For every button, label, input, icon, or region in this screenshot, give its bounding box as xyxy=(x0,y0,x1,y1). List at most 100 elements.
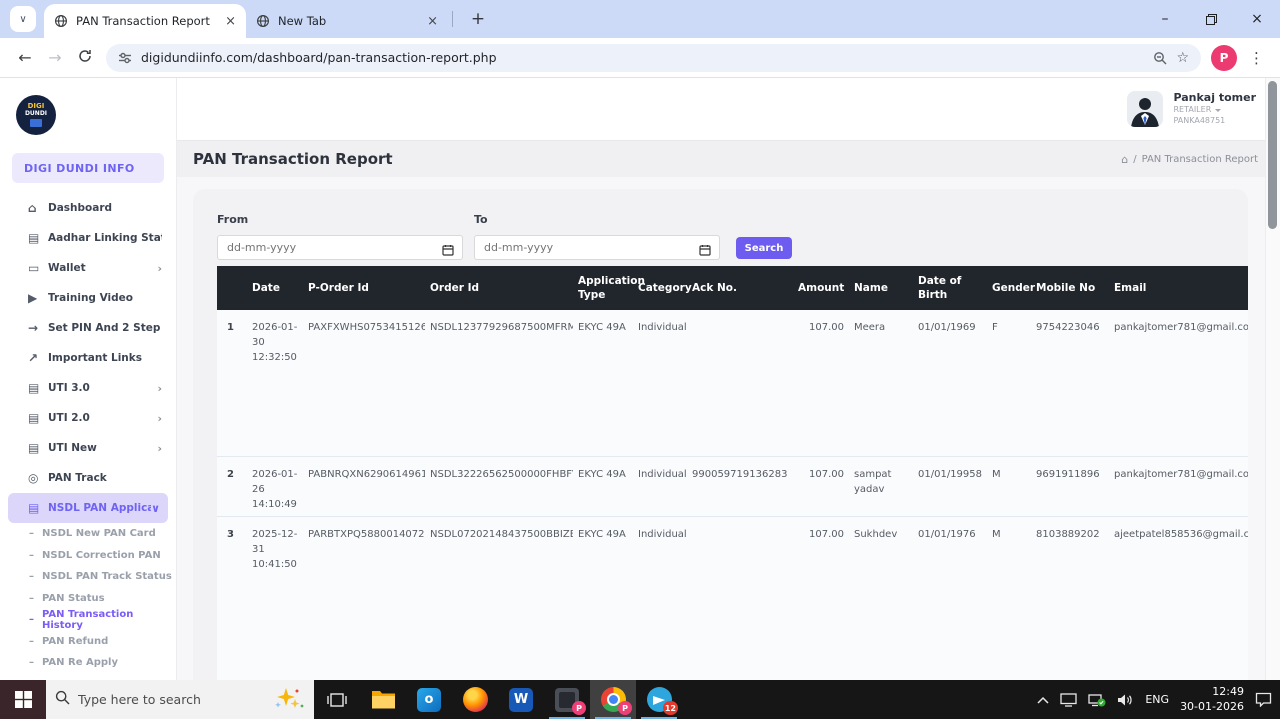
page-scrollbar[interactable] xyxy=(1265,78,1280,680)
sidebar-subitem[interactable]: PAN Status xyxy=(0,588,176,610)
cell-ack-no xyxy=(687,516,793,680)
column-header: Ack No. xyxy=(692,281,737,294)
network-icon[interactable] xyxy=(1088,693,1106,707)
tab-close-icon[interactable]: × xyxy=(225,15,236,28)
tab-title: New Tab xyxy=(278,14,327,28)
notification-count-badge: 12 xyxy=(662,701,678,715)
sidebar-item[interactable]: ▤ UTI New › xyxy=(0,433,176,463)
cell-amount: 107.00 xyxy=(809,528,844,540)
profile-badge: P xyxy=(572,701,586,715)
reload-icon[interactable] xyxy=(70,48,100,67)
tab-search-button[interactable]: ∨ xyxy=(10,6,36,32)
nav-item-icon: ▭ xyxy=(28,261,40,275)
from-date-input[interactable] xyxy=(218,236,432,259)
close-button[interactable]: × xyxy=(1234,0,1280,38)
bookmark-star-icon[interactable]: ☆ xyxy=(1176,50,1189,66)
app-window-p-icon[interactable]: P xyxy=(544,680,590,719)
sidebar-item[interactable]: ▤ UTI 3.0 › xyxy=(0,373,176,403)
tab-close-icon[interactable]: × xyxy=(427,15,438,28)
sidebar-item[interactable]: ▤ UTI 2.0 › xyxy=(0,403,176,433)
notification-center-icon[interactable] xyxy=(1255,692,1272,707)
language-indicator[interactable]: ENG xyxy=(1145,693,1169,706)
sidebar-item[interactable]: ▶ Training Video xyxy=(0,283,176,313)
cell-application-type: EKYC 49A xyxy=(578,528,626,540)
tray-expand-icon[interactable] xyxy=(1037,696,1049,704)
title-strip: PAN Transaction Report ⌂ / PAN Transacti… xyxy=(177,140,1280,177)
sidebar-subitem[interactable]: PAN Refund xyxy=(0,631,176,653)
to-date-input[interactable] xyxy=(475,236,689,259)
taskbar-search[interactable]: Type here to search xyxy=(46,680,314,719)
copilot-stars-icon[interactable] xyxy=(271,686,305,714)
zoom-out-icon[interactable] xyxy=(1153,51,1167,65)
transactions-table: Date P-Order Id Order Id Application Typ… xyxy=(217,266,1248,680)
nav-item-icon: ▤ xyxy=(28,501,40,515)
sidebar-item[interactable]: ◎ PAN Track xyxy=(0,463,176,493)
sidebar-subitem[interactable]: NSDL Correction PAN xyxy=(0,545,176,567)
sidebar-subitem[interactable]: PAN Transaction History xyxy=(0,609,176,631)
browser-menu-icon[interactable]: ⋮ xyxy=(1249,49,1264,67)
column-header: Date of Birth xyxy=(918,274,962,301)
back-icon[interactable]: ← xyxy=(10,48,40,67)
sidebar-item[interactable]: ↗ Important Links xyxy=(0,343,176,373)
nav-item-label: NSDL PAN Application xyxy=(48,502,151,514)
sidebar-item[interactable]: ▭ Wallet › xyxy=(0,253,176,283)
forward-icon[interactable]: → xyxy=(40,48,70,67)
nav-item-icon: ▤ xyxy=(28,231,40,245)
calendar-icon[interactable] xyxy=(699,241,711,260)
subitem-label: NSDL New PAN Card xyxy=(42,528,156,540)
display-icon[interactable] xyxy=(1060,692,1078,707)
url-bar[interactable]: digidundiinfo.com/dashboard/pan-transact… xyxy=(106,43,1201,72)
restore-button[interactable] xyxy=(1188,0,1234,38)
search-button[interactable]: Search xyxy=(736,237,792,259)
breadcrumb-separator: / xyxy=(1133,153,1137,165)
to-label: To xyxy=(474,213,488,226)
nav-item-icon: ▶ xyxy=(28,291,38,305)
cell-category: Individual xyxy=(638,322,687,333)
sidebar: DIGI DUNDI DIGI DUNDI INFO ⌂ Dashboard ▤… xyxy=(0,78,177,680)
column-header: Date xyxy=(252,281,280,294)
page-body: DIGI DUNDI DIGI DUNDI INFO ⌂ Dashboard ▤… xyxy=(0,78,1280,680)
firefox-icon[interactable] xyxy=(452,680,498,719)
table-row: 3 2025-12-31 10:41:50 PARBTXPQ5880014072… xyxy=(217,516,1248,680)
sidebar-item[interactable]: → Set PIN And 2 Step xyxy=(0,313,176,343)
user-profile[interactable]: Pankaj tomer RETAILER PANKA48751 xyxy=(1127,91,1256,127)
from-date-field xyxy=(217,235,463,260)
chevron-icon: › xyxy=(157,411,162,425)
nav-item-icon: ▤ xyxy=(28,381,40,395)
browser-profile-avatar[interactable]: P xyxy=(1211,44,1237,71)
task-view-icon[interactable] xyxy=(314,680,360,719)
volume-icon[interactable] xyxy=(1117,693,1134,707)
word-icon[interactable]: W xyxy=(498,680,544,719)
minimize-button[interactable]: – xyxy=(1142,0,1188,38)
page-title: PAN Transaction Report xyxy=(193,150,393,168)
table-row: 2 2026-01-26 14:10:49 PABNRQXN6290614961… xyxy=(217,456,1248,516)
windows-icon xyxy=(14,691,32,708)
clock[interactable]: 12:49 30-01-2026 xyxy=(1180,685,1244,714)
globe-favicon-icon xyxy=(256,14,270,28)
scrollbar-thumb[interactable] xyxy=(1268,81,1277,229)
sidebar-item[interactable]: ▤ NSDL PAN Application ∨ xyxy=(8,493,168,523)
home-icon[interactable]: ⌂ xyxy=(1121,153,1128,166)
tab-divider xyxy=(452,11,453,27)
chrome-icon[interactable]: P xyxy=(590,680,636,719)
calendar-icon[interactable] xyxy=(442,241,454,260)
cell-email: pankajtomer781@gmail.com xyxy=(1114,322,1248,333)
cell-order-id: NSDL07202148437500BBIZB xyxy=(430,528,573,540)
sidebar-subitem[interactable]: NSDL PAN Track Status xyxy=(0,566,176,588)
tab-inactive[interactable]: New Tab × xyxy=(246,4,448,38)
telegram-icon[interactable]: 12 xyxy=(636,680,682,719)
sidebar-subitem[interactable]: NSDL New PAN Card xyxy=(0,523,176,545)
tab-active[interactable]: PAN Transaction Report × xyxy=(44,4,246,38)
sidebar-subitem[interactable]: PAN Re Apply xyxy=(0,652,176,674)
outlook-icon[interactable]: o xyxy=(406,680,452,719)
file-explorer-icon[interactable] xyxy=(360,680,406,719)
sidebar-item[interactable]: ⌂ Dashboard xyxy=(0,193,176,223)
sidebar-item[interactable]: ▤ Aadhar Linking Status xyxy=(0,223,176,253)
cell-email: pankajtomer781@gmail.com xyxy=(1114,468,1248,480)
site-info-icon[interactable] xyxy=(118,51,132,65)
start-button[interactable] xyxy=(0,680,46,719)
brand-logo[interactable]: DIGI DUNDI xyxy=(16,95,56,135)
cell-amount: 107.00 xyxy=(809,322,844,333)
new-tab-button[interactable]: + xyxy=(465,9,491,29)
nav-item-label: UTI 3.0 xyxy=(48,382,90,394)
